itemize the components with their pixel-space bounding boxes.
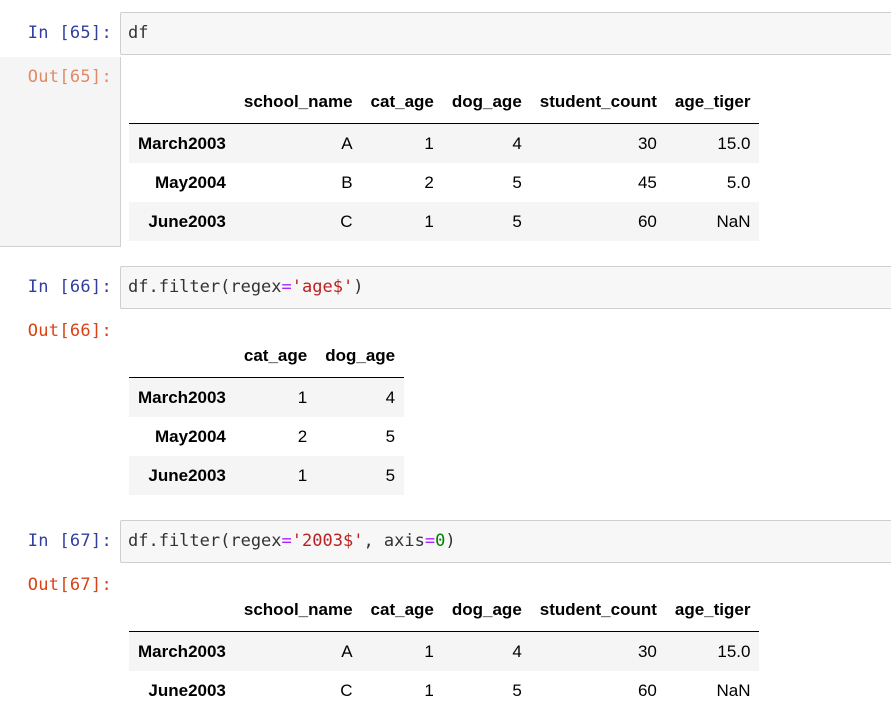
row-index: March2003 (138, 641, 226, 661)
column-header: student_count (530, 588, 666, 632)
table-row: March2003 A 1 4 30 15.0 (129, 631, 760, 671)
table-cell: NaN (716, 680, 751, 700)
column-header: school_name (234, 588, 362, 632)
notebook-cell-67: In [67]: df.filter(regex='2003$', axis=0… (0, 0, 891, 721)
table-cell: A (341, 641, 353, 661)
row-index: June2003 (148, 680, 226, 700)
code-text-67: df.filter(regex='2003$', axis=0) (128, 531, 456, 551)
code-token: 0 (435, 531, 446, 551)
output-prompt-67: Out[67]: (27, 575, 112, 595)
table-cell: 5 (512, 680, 522, 700)
code-token: , axis (363, 531, 425, 551)
index-header (129, 588, 235, 632)
table-header-row: school_name cat_age dog_age student_count ag… (129, 588, 760, 632)
code-token: ) (445, 531, 456, 551)
column-header: dog_age (442, 588, 531, 632)
column-header: cat_age (361, 588, 443, 632)
table-cell: 15.0 (717, 641, 751, 661)
code-token: = (281, 531, 292, 551)
code-input-67[interactable]: df.filter(regex='2003$', axis=0) (120, 520, 891, 563)
table-cell: 1 (424, 680, 434, 700)
column-header: age_tiger (665, 588, 760, 632)
code-token: df.filter(regex (128, 531, 282, 551)
code-token: = (424, 531, 436, 551)
input-prompt-67: In [67]: (27, 531, 112, 551)
table-cell: 60 (637, 680, 657, 700)
table-cell: 1 (424, 641, 434, 661)
table-cell: 4 (512, 641, 522, 661)
table-row: June2003 C 1 5 60 NaN (129, 671, 760, 710)
code-token: '2003$' (291, 531, 364, 551)
table-cell: 30 (637, 641, 657, 661)
table-cell: C (340, 680, 353, 700)
dataframe-table-67: school_name cat_age dog_age student_count ag… (129, 588, 760, 710)
